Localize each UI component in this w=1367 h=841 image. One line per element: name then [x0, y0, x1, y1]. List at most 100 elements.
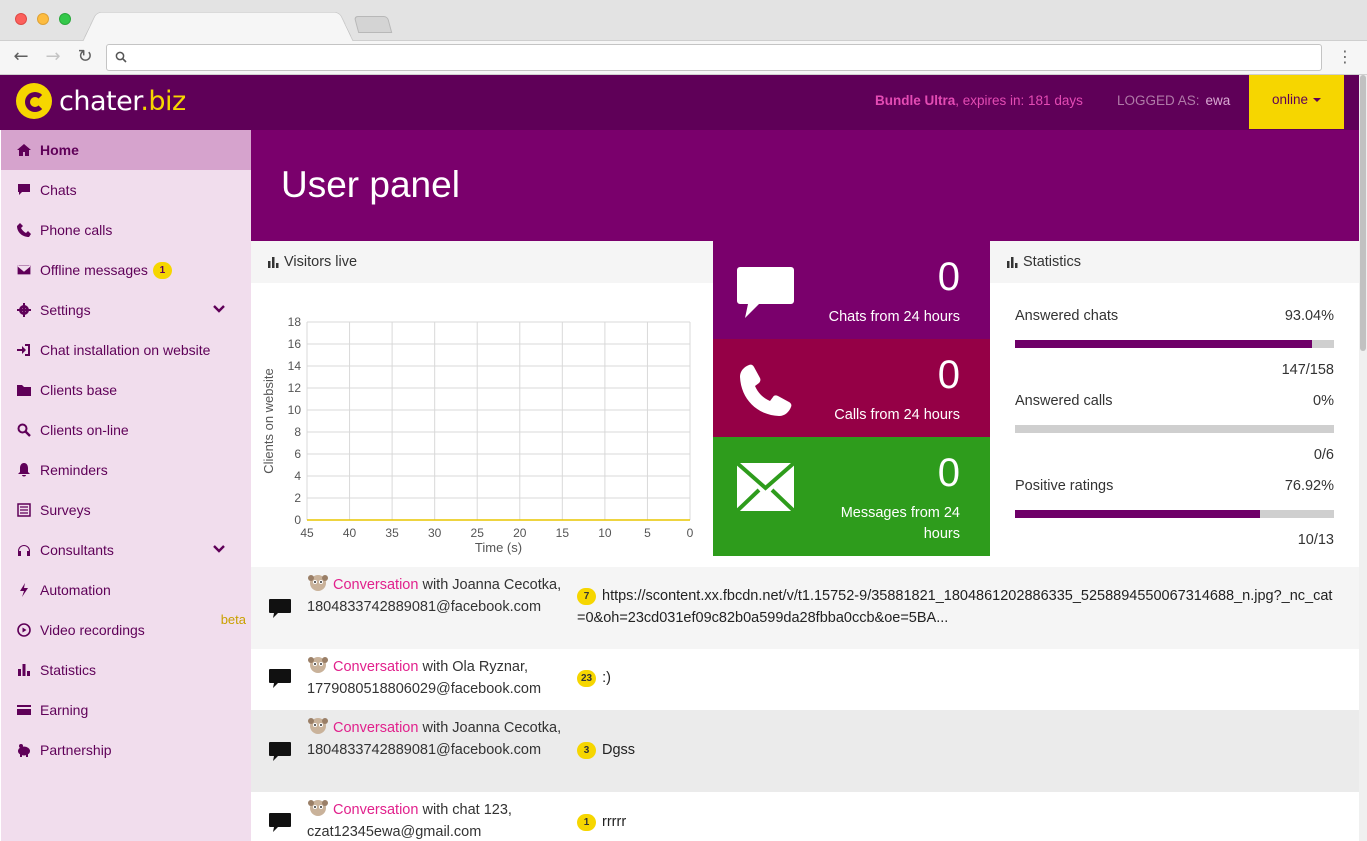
credit-card-icon	[16, 702, 32, 718]
close-window-button[interactable]	[15, 13, 27, 25]
conversation-link[interactable]: Conversation	[333, 720, 418, 736]
scrollbar-thumb[interactable]	[1360, 75, 1366, 351]
sidebar-item-partnership[interactable]: Partnership	[1, 730, 251, 770]
stat-progress-bar	[1015, 510, 1334, 518]
browser-tab[interactable]	[82, 11, 354, 42]
sidebar-item-reminders[interactable]: Reminders	[1, 450, 251, 490]
logged-as: LOGGED AS: ewa	[1117, 93, 1230, 108]
sidebar-item-offline-messages[interactable]: Offline messages 1	[1, 250, 251, 290]
chat-bubble-icon	[269, 599, 291, 618]
sidebar-item-automation[interactable]: Automation	[1, 570, 251, 610]
maximize-window-button[interactable]	[59, 13, 71, 25]
visitors-panel-header: Visitors live	[251, 241, 713, 283]
sign-in-icon	[16, 342, 32, 358]
logo-tld: .biz	[140, 85, 186, 117]
minimize-window-button[interactable]	[37, 13, 49, 25]
x-tick-label: 15	[556, 526, 570, 540]
x-axis-label: Time (s)	[475, 540, 522, 555]
conversation-row[interactable]: Conversation with Ola Ryznar, 1779080518…	[251, 649, 1359, 710]
calls-tile[interactable]: 0 Calls from 24 hours	[713, 339, 990, 437]
logo[interactable]: chater.biz	[16, 83, 186, 119]
bundle-expiry: , expires in: 181 days	[955, 93, 1083, 108]
unread-badge: 1	[152, 261, 172, 279]
sidebar-item-phone-calls[interactable]: Phone calls	[1, 210, 251, 250]
forward-button[interactable]: →	[41, 45, 65, 69]
conversation-title: Conversation with Joanna Cecotka, 180483…	[307, 717, 567, 761]
conversation-row[interactable]: Conversation with chat 123, czat12345ewa…	[251, 792, 1359, 841]
chat-bubble-icon	[269, 742, 291, 761]
bundle-info: Bundle Ultra, expires in: 181 days	[875, 93, 1083, 108]
statistics-panel-header: Statistics	[990, 241, 1359, 283]
stat-progress-bar	[1015, 340, 1334, 348]
sidebar-item-label: Chats	[40, 182, 77, 198]
y-tick-label: 12	[288, 381, 302, 395]
new-tab-button[interactable]	[353, 16, 393, 33]
stat-ratio: 147/158	[1281, 362, 1334, 378]
browser-menu-button[interactable]: ⋮	[1337, 47, 1353, 66]
sidebar-item-chat-installation-on-website[interactable]: Chat installation on website	[1, 330, 251, 370]
chats-tile[interactable]: 0 Chats from 24 hours	[713, 241, 990, 339]
logged-user: ewa	[1205, 93, 1231, 108]
sidebar-item-home[interactable]: Home	[1, 130, 251, 170]
messages-tile[interactable]: 0 Messages from 24 hours	[713, 437, 990, 556]
stat-percent: 76.92%	[1284, 478, 1334, 494]
phone-icon	[16, 222, 32, 238]
x-tick-label: 0	[687, 526, 694, 540]
bar-chart-icon	[1007, 256, 1018, 268]
sidebar-item-clients-on-line[interactable]: Clients on-line	[1, 410, 251, 450]
bundle-name: Bundle Ultra	[875, 93, 956, 108]
message-text: rrrrr	[602, 814, 627, 830]
sidebar: Home Chats Phone calls Offline messages 1 Set…	[1, 130, 251, 841]
conversation-link[interactable]: Conversation	[333, 659, 418, 675]
stat-row: Answered calls 0%	[1015, 393, 1334, 409]
chats-count: 0	[937, 255, 960, 299]
folder-icon	[16, 382, 32, 398]
y-tick-label: 10	[288, 403, 302, 417]
back-button[interactable]: ←	[9, 45, 33, 69]
message-count-badge: 3	[577, 742, 596, 759]
x-tick-label: 10	[598, 526, 612, 540]
address-bar[interactable]	[106, 44, 1322, 71]
stat-percent: 93.04%	[1284, 308, 1334, 324]
sidebar-item-label: Earning	[40, 702, 89, 718]
statistics-panel-title: Statistics	[1023, 254, 1082, 270]
messages-count: 0	[937, 451, 960, 495]
sidebar-item-label: Clients on-line	[40, 422, 129, 438]
y-tick-label: 18	[288, 315, 302, 329]
sidebar-item-settings[interactable]: Settings	[1, 290, 251, 330]
sidebar-item-statistics[interactable]: Statistics	[1, 650, 251, 690]
sidebar-item-label: Settings	[40, 302, 91, 318]
conversation-link[interactable]: Conversation	[333, 802, 418, 818]
visitors-panel-title: Visitors live	[284, 254, 358, 270]
chat-bubble-icon	[269, 813, 291, 832]
stat-progress-fill	[1015, 340, 1312, 348]
sidebar-item-label: Phone calls	[40, 222, 113, 238]
stat-row: Answered chats 93.04%	[1015, 308, 1334, 324]
reload-button[interactable]: ↻	[73, 45, 97, 69]
conversation-link[interactable]: Conversation	[333, 577, 418, 593]
logo-text: chater	[59, 85, 141, 117]
chevron-down-icon[interactable]	[213, 303, 225, 315]
conversation-row[interactable]: Conversation with Joanna Cecotka, 180483…	[251, 567, 1359, 649]
y-tick-label: 4	[294, 469, 301, 483]
chevron-down-icon[interactable]	[213, 543, 225, 555]
sidebar-item-clients-base[interactable]: Clients base	[1, 370, 251, 410]
chats-label: Chats from 24 hours	[828, 309, 960, 325]
envelope-icon	[737, 463, 794, 511]
sidebar-item-chats[interactable]: Chats	[1, 170, 251, 210]
y-tick-label: 8	[294, 425, 301, 439]
logo-icon	[16, 83, 52, 119]
x-tick-label: 45	[300, 526, 314, 540]
status-dropdown[interactable]: online	[1249, 75, 1344, 129]
avatar	[308, 657, 328, 673]
y-tick-label: 14	[288, 359, 302, 373]
sidebar-item-surveys[interactable]: Surveys	[1, 490, 251, 530]
message-count-badge: 1	[577, 814, 596, 831]
page-scrollbar[interactable]	[1359, 75, 1367, 841]
sidebar-item-consultants[interactable]: Consultants	[1, 530, 251, 570]
sidebar-item-video-recordings[interactable]: Video recordings beta	[1, 610, 251, 650]
conversation-last-message: 23:)	[577, 667, 1337, 689]
sidebar-item-label: Clients base	[40, 382, 118, 398]
sidebar-item-earning[interactable]: Earning	[1, 690, 251, 730]
conversation-row[interactable]: Conversation with Joanna Cecotka, 180483…	[251, 710, 1359, 792]
